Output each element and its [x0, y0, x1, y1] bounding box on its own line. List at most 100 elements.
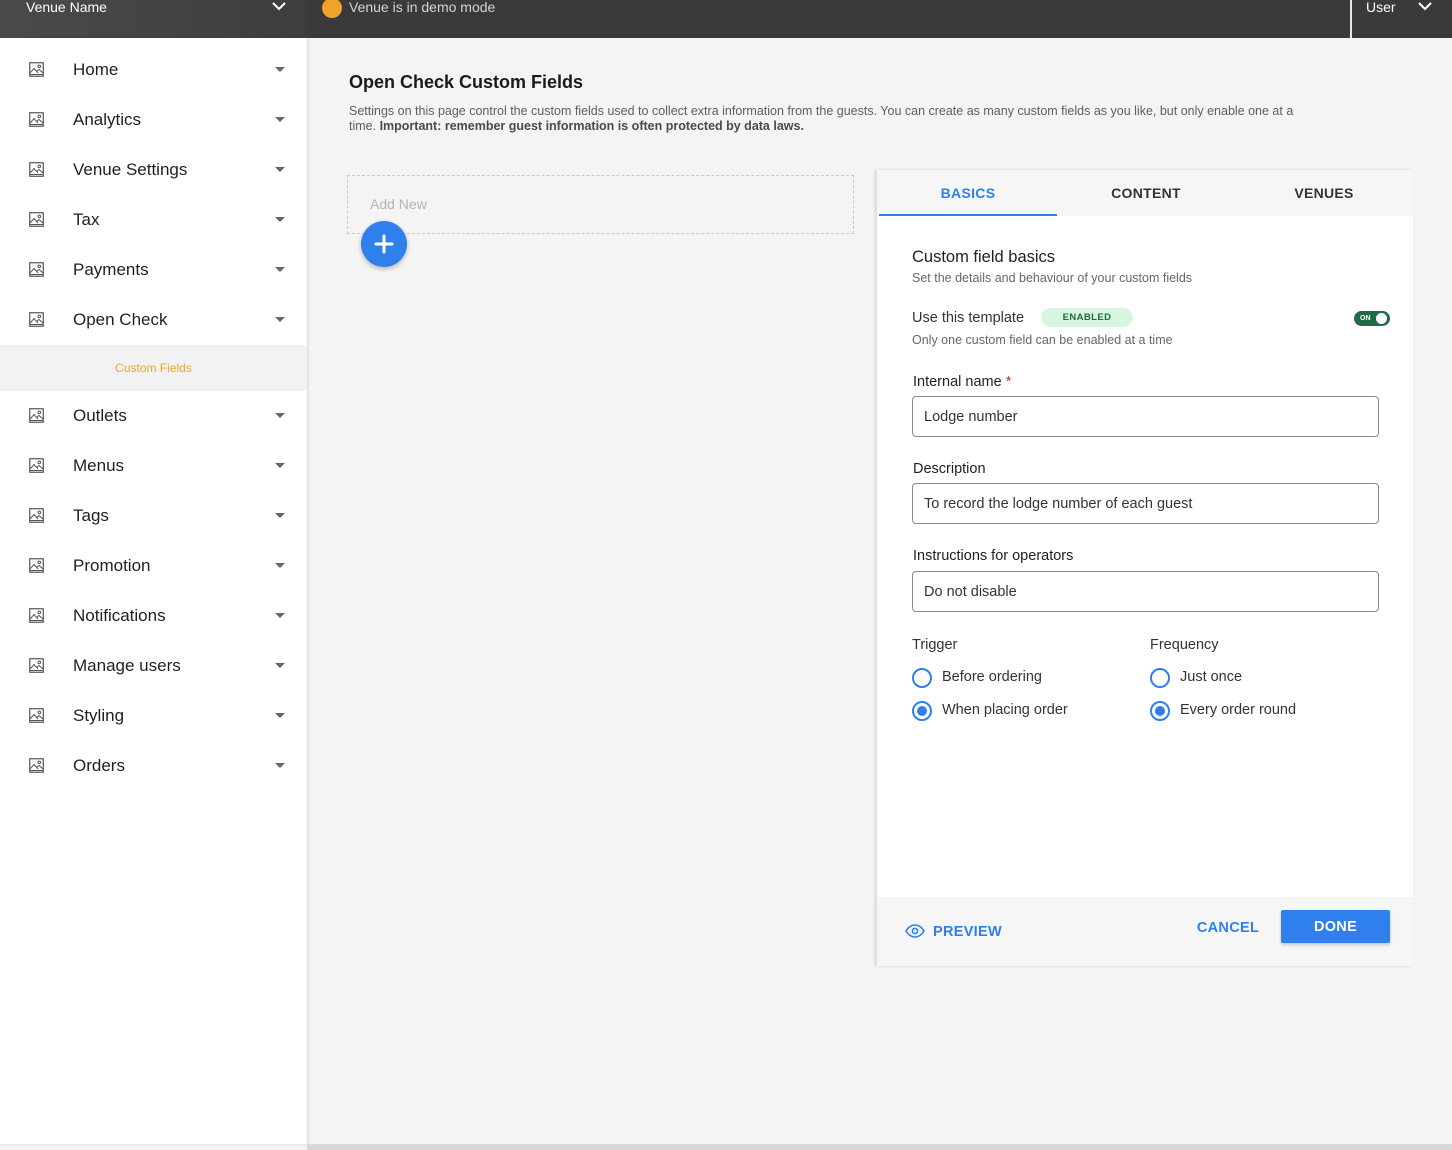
editor-tabs: BASICS CONTENT VENUES: [877, 170, 1413, 216]
sidebar-item-label: Tags: [73, 506, 109, 525]
bottom-scrollbar-strip: [307, 1144, 1452, 1150]
sidebar-item-analytics[interactable]: Analytics: [0, 100, 307, 140]
demo-mode-text: Venue is in demo mode: [349, 0, 496, 15]
caret-down-icon: [275, 713, 285, 718]
tab-basics[interactable]: BASICS: [879, 170, 1057, 216]
caret-down-icon: [275, 563, 285, 568]
use-template-toggle[interactable]: ON: [1354, 311, 1390, 326]
sidebar-item-menus[interactable]: Menus: [0, 446, 307, 486]
image-icon: [29, 458, 44, 473]
sidebar-item-manage-users[interactable]: Manage users: [0, 646, 307, 686]
image-icon: [29, 708, 44, 723]
enabled-badge: ENABLED: [1041, 308, 1133, 327]
radio-circle: [912, 668, 932, 688]
custom-field-editor: BASICS CONTENT VENUES Custom field basic…: [877, 170, 1413, 966]
section-subtitle: Set the details and behaviour of your cu…: [912, 271, 1193, 285]
sidebar-item-orders[interactable]: Orders: [0, 746, 307, 786]
frequency-option-every-order-round[interactable]: Every order round: [1150, 699, 1350, 723]
preview-button[interactable]: PREVIEW: [905, 921, 1025, 943]
add-new-label: Add New: [370, 196, 427, 212]
sidebar-item-outlets[interactable]: Outlets: [0, 396, 307, 436]
image-icon: [29, 212, 44, 227]
description-label: Description: [913, 461, 986, 477]
sidebar-item-label: Orders: [73, 756, 125, 775]
caret-down-icon: [275, 217, 285, 222]
tab-content[interactable]: CONTENT: [1057, 170, 1235, 216]
top-bar: Venue Name Venue is in demo mode User: [0, 0, 1452, 38]
trigger-option-when-placing-order[interactable]: When placing order: [912, 699, 1112, 723]
sidebar-item-label: Analytics: [73, 110, 142, 129]
image-icon: [29, 508, 44, 523]
sidebar-item-tax[interactable]: Tax: [0, 200, 307, 240]
sidebar-item-home[interactable]: Home: [0, 50, 307, 90]
cancel-button[interactable]: CANCEL: [1182, 912, 1274, 944]
sidebar-item-venue-settings[interactable]: Venue Settings: [0, 150, 307, 190]
sidebar-item-payments[interactable]: Payments: [0, 250, 307, 290]
image-icon: [29, 558, 44, 573]
caret-down-icon: [275, 167, 285, 172]
image-icon: [29, 658, 44, 673]
sidebar-item-label: Manage users: [73, 656, 181, 675]
sidebar-item-label: Venue Settings: [73, 160, 188, 179]
tab-venues[interactable]: VENUES: [1235, 170, 1413, 216]
internal-name-input[interactable]: [912, 396, 1379, 437]
done-button[interactable]: DONE: [1281, 910, 1390, 943]
sidebar-item-label: Notifications: [73, 606, 166, 625]
sidebar-item-label: Menus: [73, 456, 125, 475]
sidebar-item-styling[interactable]: Styling: [0, 696, 307, 736]
trigger-option-before-ordering[interactable]: Before ordering: [912, 666, 1112, 690]
sidebar-subitem-custom-fields[interactable]: Custom Fields: [0, 345, 307, 391]
instructions-label: Instructions for operators: [913, 548, 1074, 564]
internal-name-label-text: Internal name: [913, 374, 1002, 390]
image-icon: [29, 312, 44, 327]
radio-label: Just once: [1180, 669, 1243, 685]
venue-selector[interactable]: Venue Name: [0, 0, 307, 38]
radio-label: Every order round: [1180, 702, 1297, 718]
caret-down-icon: [275, 67, 285, 72]
sidebar-item-open-check[interactable]: Open Check: [0, 300, 307, 340]
chevron-down-icon: [272, 2, 286, 11]
caret-down-icon: [275, 613, 285, 618]
sidebar-item-label: Promotion: [73, 556, 151, 575]
trigger-label: Trigger: [912, 637, 958, 653]
image-icon: [29, 112, 44, 127]
toggle-knob: [1376, 313, 1387, 324]
demo-status-dot: [322, 0, 342, 18]
caret-down-icon: [275, 413, 285, 418]
frequency-option-just-once[interactable]: Just once: [1150, 666, 1350, 690]
page-description-important: Important: remember guest information is…: [379, 119, 804, 133]
page-description: Settings on this page control the custom…: [349, 104, 1309, 134]
user-label: User: [1366, 0, 1396, 15]
radio-circle-selected: [1150, 701, 1170, 721]
sidebar-item-label: Open Check: [73, 310, 168, 329]
add-new-button[interactable]: [361, 221, 407, 267]
sidebar-item-label: Payments: [73, 260, 149, 279]
sidebar-item-promotion[interactable]: Promotion: [0, 546, 307, 586]
radio-label: When placing order: [942, 702, 1068, 718]
sidebar-item-label: Styling: [73, 706, 125, 725]
image-icon: [29, 408, 44, 423]
venue-name: Venue Name: [26, 0, 107, 15]
chevron-down-icon: [1418, 2, 1432, 11]
add-new-card[interactable]: Add New: [347, 175, 854, 234]
radio-label: Before ordering: [942, 669, 1042, 685]
image-icon: [29, 758, 44, 773]
plus-icon: [374, 234, 394, 254]
caret-down-icon: [275, 117, 285, 122]
sidebar-item-tags[interactable]: Tags: [0, 496, 307, 536]
instructions-input[interactable]: [912, 571, 1379, 612]
sidebar-item-label: Home: [73, 60, 119, 79]
preview-label: PREVIEW: [933, 924, 1002, 940]
sidebar-item-notifications[interactable]: Notifications: [0, 596, 307, 636]
section-title: Custom field basics: [912, 248, 1056, 266]
page-title: Open Check Custom Fields: [349, 72, 584, 92]
radio-circle-selected: [912, 701, 932, 721]
user-menu[interactable]: User: [1350, 0, 1452, 38]
sidebar: Home Analytics Venue Settings Tax Payments Op…: [0, 38, 307, 1144]
frequency-label: Frequency: [1150, 637, 1219, 653]
description-input[interactable]: [912, 483, 1379, 524]
sidebar-subitem-label: Custom Fields: [115, 361, 192, 375]
caret-down-icon: [275, 513, 285, 518]
sidebar-item-label: Tax: [73, 210, 100, 229]
internal-name-label: Internal name *: [913, 374, 1011, 390]
